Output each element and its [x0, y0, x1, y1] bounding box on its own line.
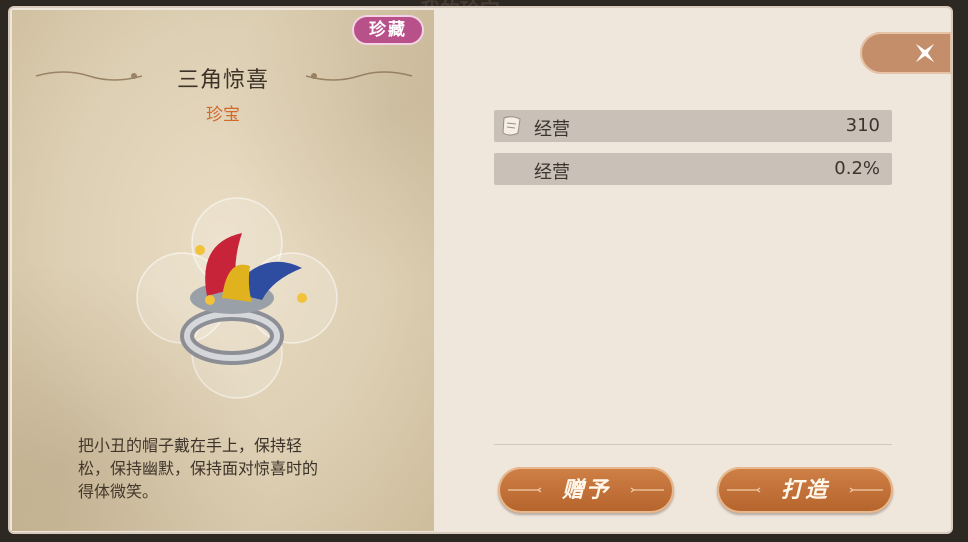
scroll-icon: [502, 116, 521, 136]
button-ornament-right: [630, 487, 664, 493]
button-ornament-left: [508, 487, 542, 493]
divider: [494, 444, 892, 445]
close-icon: [915, 43, 935, 63]
jester-ring-image: [136, 197, 338, 399]
gift-button-label: 赠予: [561, 477, 610, 503]
stat-value: 0.2%: [834, 158, 880, 179]
gift-button[interactable]: 赠予: [498, 467, 674, 513]
close-button[interactable]: [860, 32, 952, 74]
forge-button[interactable]: 打造: [717, 467, 893, 513]
stat-value: 310: [845, 115, 880, 136]
stat-row-business-flat: 经营 310: [494, 110, 892, 142]
item-name: 三角惊喜: [176, 68, 269, 93]
stat-label: 经营: [534, 119, 570, 140]
forge-button-label: 打造: [780, 477, 829, 503]
button-ornament-left: [727, 487, 761, 493]
item-rarity: 珍宝: [206, 105, 240, 125]
button-ornament-right: [849, 487, 883, 493]
collection-badge: 珍藏: [352, 15, 424, 45]
item-showcase-panel: 三角惊喜 珍宝 把小丑的帽子戴在手上，保持轻 松，保持幽默，保持面对惊喜时的 得…: [12, 10, 434, 531]
stat-row-business-percent: 经营 0.2%: [494, 153, 892, 185]
stat-label: 经营: [534, 162, 570, 183]
item-description: 把小丑的帽子戴在手上，保持轻 松，保持幽默，保持面对惊喜时的 得体微笑。: [78, 436, 319, 501]
